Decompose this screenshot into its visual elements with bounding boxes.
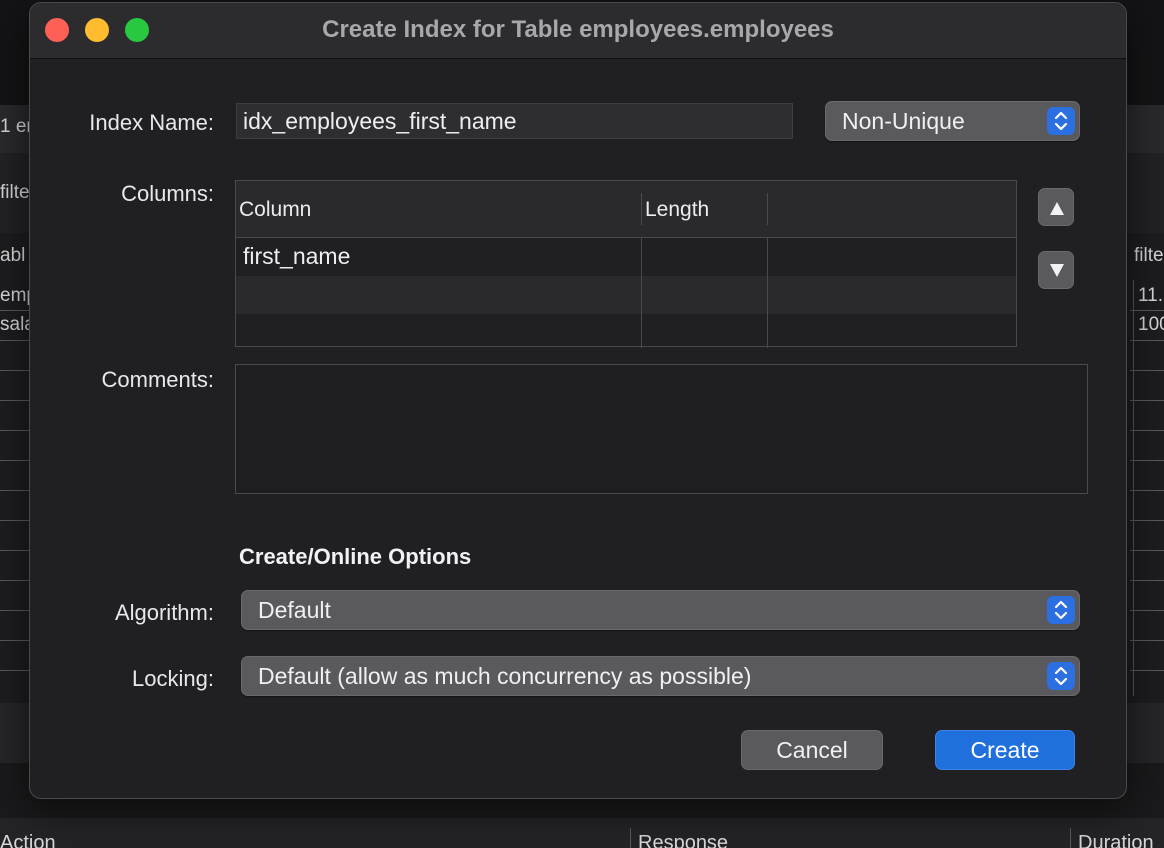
bg-row-line [0,550,30,551]
column-header-divider [641,193,642,225]
table-row[interactable] [236,314,1016,346]
bg-row-line [0,430,30,431]
locking-select[interactable]: Default (allow as much concurrency as po… [241,656,1080,696]
column-header-column[interactable]: Column [239,198,311,222]
bg-row-line [0,400,30,401]
bg-output-header-response: Response [638,832,729,848]
column-cell: first_name [243,243,351,269]
algorithm-label: Algorithm: [114,600,214,625]
bg-col-line [1133,280,1134,696]
bg-fragment: filte [1134,245,1164,266]
bg-row-line [1130,490,1164,491]
bg-row-line [1130,370,1164,371]
options-section-title: Create/Online Options [239,544,472,569]
bg-row-line [0,520,30,521]
bg-row-line [1130,430,1164,431]
stepper-chevrons-icon [1047,662,1075,690]
columns-table-header: Column Length [236,181,1016,238]
create-index-dialog: Create Index for Table employees.employe… [29,2,1127,799]
index-name-input[interactable] [236,103,793,139]
dialog-titlebar: Create Index for Table employees.employe… [30,3,1126,59]
algorithm-select-value: Default [258,597,331,623]
columns-table: Column Length first_name [235,180,1017,348]
bg-fragment: 11. [1138,285,1164,306]
move-up-button[interactable] [1038,188,1074,226]
bg-row-line [0,460,30,461]
bg-row-line [1130,580,1164,581]
column-header-divider [767,193,768,225]
bg-row-line [1130,400,1164,401]
locking-label: Locking: [132,666,214,691]
down-arrow-icon [1050,264,1064,277]
bg-col-line [630,828,631,848]
table-row[interactable]: first_name [236,238,1016,276]
bg-row-line [0,490,30,491]
bg-row-line [1130,340,1164,341]
uniqueness-select[interactable]: Non-Unique [825,101,1080,141]
columns-label: Columns: [121,181,214,206]
stepper-chevrons-icon [1047,596,1075,624]
bg-row-line [0,670,30,671]
up-arrow-icon [1050,202,1064,215]
locking-select-value: Default (allow as much concurrency as po… [258,663,752,689]
bg-row-line [0,580,30,581]
bg-fragment: abl [0,245,26,266]
dialog-title: Create Index for Table employees.employe… [322,16,834,43]
bg-row-line [0,340,30,341]
bg-row-line [0,370,30,371]
column-divider [641,238,642,348]
column-divider [767,238,768,348]
bg-row-line [1130,310,1164,311]
algorithm-select[interactable]: Default [241,590,1080,630]
bg-fragment: 1 er [0,116,33,137]
bg-row-line [0,640,30,641]
bg-row-line [1130,550,1164,551]
bg-fragment: filte [0,182,30,203]
bg-row-line [0,310,30,311]
bg-row-line [1130,670,1164,671]
comments-label: Comments: [101,367,214,392]
create-button[interactable]: Create [935,730,1075,770]
move-down-button[interactable] [1038,251,1074,289]
bg-output-header-action: Action [0,832,56,848]
cancel-button[interactable]: Cancel [741,730,883,770]
stepper-chevrons-icon [1047,107,1075,135]
comments-textarea[interactable] [235,364,1088,494]
bg-row-line [1130,460,1164,461]
bg-fragment: 100 [1138,314,1164,335]
bg-output-header [0,818,1164,848]
column-header-length[interactable]: Length [645,198,709,222]
table-row[interactable] [236,276,1016,314]
bg-row-line [0,610,30,611]
index-name-label: Index Name: [89,110,214,135]
bg-col-line [1070,828,1071,848]
uniqueness-select-value: Non-Unique [842,108,965,134]
bg-row-line [1130,610,1164,611]
bg-output-header-duration: Duration [1078,832,1154,848]
bg-row-line [1130,520,1164,521]
bg-row-line [1130,640,1164,641]
